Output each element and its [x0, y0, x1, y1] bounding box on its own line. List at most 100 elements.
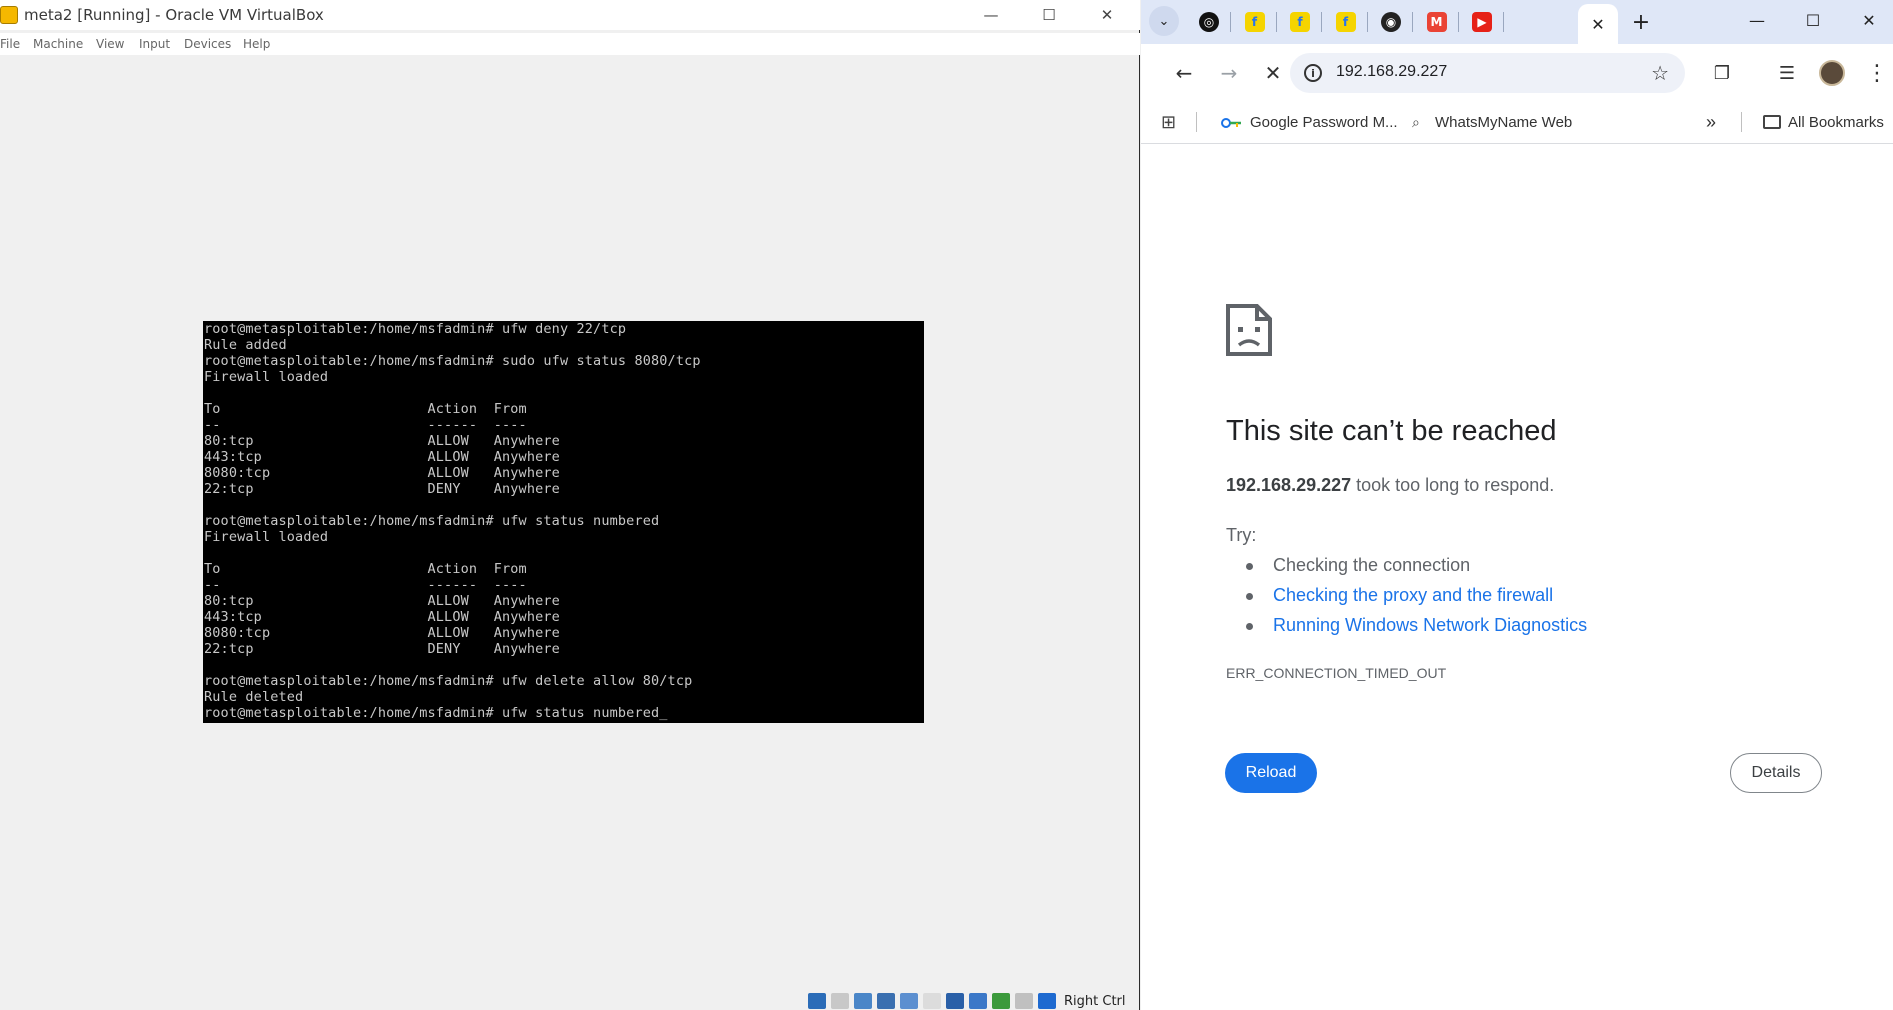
puzzle-icon: ❐	[1713, 62, 1731, 84]
tab-flipkart-2[interactable]: f	[1276, 8, 1324, 36]
bookmark-label: Google Password M...	[1250, 113, 1398, 131]
address-bar[interactable]: i 192.168.29.227 ☆	[1290, 53, 1685, 93]
shared-folder-icon[interactable]	[923, 993, 941, 1009]
menu-button[interactable]: ⋮	[1861, 57, 1893, 89]
new-tab-button[interactable]: +	[1625, 6, 1657, 38]
bookmark-google-password[interactable]: Google Password M...	[1221, 110, 1398, 134]
bookmark-whatsmyname[interactable]: ⌕ WhatsMyName Web	[1412, 110, 1572, 134]
suggestion-link[interactable]: Checking the proxy and the firewall	[1246, 585, 1587, 615]
optical-drive-icon[interactable]	[808, 993, 826, 1009]
error-host: 192.168.29.227	[1226, 475, 1352, 495]
flipkart-1-favicon-icon: f	[1244, 12, 1265, 32]
bookmarks-divider	[1196, 112, 1197, 132]
tab-youtube[interactable]: ▶	[1458, 8, 1506, 36]
error-title: This site can’t be reached	[1226, 415, 1557, 447]
error-description: 192.168.29.227 took too long to respond.	[1226, 475, 1554, 496]
forward-button[interactable]: →	[1213, 57, 1245, 89]
sad-page-icon	[1225, 303, 1273, 357]
tab-chatgpt[interactable]: ◎	[1185, 8, 1233, 36]
folder-icon	[1763, 115, 1781, 129]
terminal-line: root@metasploitable:/home/msfadmin# ufw …	[204, 705, 668, 721]
menu-devices[interactable]: Devices	[184, 37, 231, 51]
all-bookmarks-button[interactable]: All Bookmarks	[1763, 110, 1884, 134]
terminal-line: -- ------ ----	[204, 417, 527, 433]
error-page: This site can’t be reached 192.168.29.22…	[1141, 145, 1893, 1010]
magnifier-icon: ⌕	[1412, 114, 1420, 130]
apps-grid-icon: ⊞	[1161, 111, 1177, 132]
floppy-icon[interactable]	[831, 993, 849, 1009]
terminal-line: 80:tcp ALLOW Anywhere	[204, 593, 560, 609]
github-favicon-icon: ◉	[1381, 12, 1401, 32]
vrde-icon[interactable]	[992, 993, 1010, 1009]
terminal-line: To Action From	[204, 561, 527, 577]
terminal-line: Rule deleted	[204, 689, 304, 705]
chatgpt-favicon-icon: ◎	[1199, 12, 1219, 32]
double-chevron-right-icon: »	[1706, 111, 1717, 132]
minimize-button[interactable]: —	[968, 0, 1014, 30]
terminal-line: root@metasploitable:/home/msfadmin# sudo…	[204, 353, 701, 369]
menubar: File Machine View Input Devices Help	[0, 33, 1140, 55]
back-button[interactable]: ←	[1168, 57, 1200, 89]
details-button[interactable]: Details	[1730, 753, 1822, 793]
host-key-icon[interactable]	[1038, 993, 1056, 1009]
tab-flipkart-3[interactable]: f	[1322, 8, 1370, 36]
tab-github[interactable]: ◉	[1367, 8, 1415, 36]
tab-search-button[interactable]: ⌄	[1149, 6, 1179, 36]
menu-file[interactable]: File	[0, 37, 20, 51]
virtualbox-window: meta2 [Running] - Oracle VM VirtualBox —…	[0, 0, 1140, 1010]
terminal-line: -- ------ ----	[204, 577, 527, 593]
site-info-icon[interactable]: i	[1304, 64, 1322, 82]
chrome-close-button[interactable]: ✕	[1845, 0, 1893, 40]
audio-icon[interactable]	[854, 993, 872, 1009]
mouse-integration-icon[interactable]	[1015, 993, 1033, 1009]
menu-input[interactable]: Input	[139, 37, 170, 51]
display-icon[interactable]	[946, 993, 964, 1009]
apps-button[interactable]: ⊞	[1161, 110, 1176, 134]
maximize-button[interactable]: ☐	[1026, 0, 1072, 30]
terminal-line: 22:tcp DENY Anywhere	[204, 641, 560, 657]
active-tab[interactable]: ✕	[1578, 4, 1618, 44]
profile-button[interactable]	[1816, 57, 1848, 89]
terminal-line: root@metasploitable:/home/msfadmin# ufw …	[204, 673, 693, 689]
url-text[interactable]: 192.168.29.227	[1336, 63, 1447, 81]
bookmarks-bar: ⊞ Google Password M... ⌕ WhatsMyName Web…	[1141, 102, 1893, 144]
youtube-favicon-icon: ▶	[1472, 12, 1492, 32]
terminal-line: Firewall loaded	[204, 529, 329, 545]
chevron-down-icon: ⌄	[1158, 13, 1170, 28]
terminal-line: 443:tcp ALLOW Anywhere	[204, 609, 560, 625]
stop-button[interactable]: ✕	[1257, 57, 1289, 89]
close-tab-icon[interactable]: ✕	[1591, 15, 1604, 34]
suggestion-link[interactable]: Running Windows Network Diagnostics	[1246, 615, 1587, 645]
avatar	[1819, 60, 1845, 86]
bookmark-star-icon[interactable]: ☆	[1651, 61, 1669, 85]
network-icon[interactable]	[877, 993, 895, 1009]
suggestion-item: Checking the connection	[1246, 555, 1587, 585]
tab-gmail[interactable]: M	[1413, 8, 1461, 36]
more-bookmarks-button[interactable]: »	[1706, 110, 1716, 134]
menu-view[interactable]: View	[96, 37, 124, 51]
menu-help[interactable]: Help	[243, 37, 270, 51]
chrome-minimize-button[interactable]: —	[1733, 0, 1781, 40]
chrome-window: ⌄ ✕ + — ☐ ✕ ◎ f f f ◉ M ▶ ← → ✕ i 192.168.29.2…	[1141, 0, 1893, 1010]
chrome-maximize-button[interactable]: ☐	[1789, 0, 1837, 40]
vm-console-screen[interactable]: root@metasploitable:/home/msfadmin# ufw …	[203, 321, 924, 723]
extensions-button[interactable]: ❐	[1706, 57, 1738, 89]
recording-icon[interactable]	[969, 993, 987, 1009]
flipkart-3-favicon-icon: f	[1335, 12, 1356, 32]
terminal-line: 22:tcp DENY Anywhere	[204, 481, 560, 497]
menu-machine[interactable]: Machine	[33, 37, 83, 51]
usb-icon[interactable]	[900, 993, 918, 1009]
terminal-line: 8080:tcp ALLOW Anywhere	[204, 625, 560, 641]
terminal-line: To Action From	[204, 401, 527, 417]
error-desc-text: took too long to respond.	[1351, 475, 1555, 495]
reload-button[interactable]: Reload	[1225, 753, 1317, 793]
tab-separator	[1503, 12, 1504, 32]
tab-flipkart-1[interactable]: f	[1231, 8, 1279, 36]
virtualbox-titlebar: meta2 [Running] - Oracle VM VirtualBox —…	[0, 0, 1140, 30]
suggestion-list: Checking the connection Checking the prox…	[1246, 555, 1587, 645]
toolbar: ← → ✕ i 192.168.29.227 ☆ ❐ ☰ ⋮	[1141, 44, 1893, 102]
window-title: meta2 [Running] - Oracle VM VirtualBox	[24, 6, 324, 24]
bookmarks-divider	[1741, 112, 1742, 132]
close-button[interactable]: ✕	[1084, 0, 1130, 30]
media-control-button[interactable]: ☰	[1771, 57, 1803, 89]
